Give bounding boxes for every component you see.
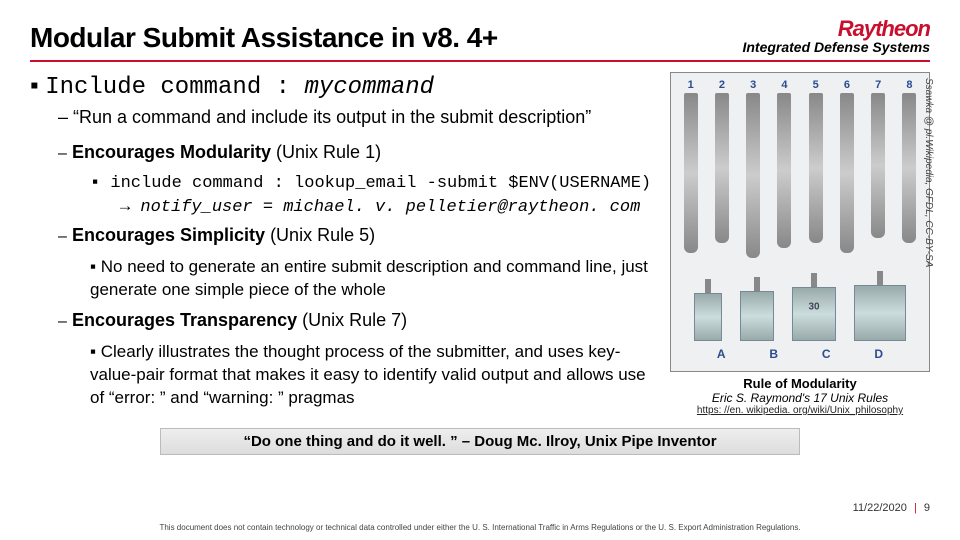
slide-title: Modular Submit Assistance in v8. 4+: [30, 22, 498, 54]
footer-sep: |: [914, 502, 917, 514]
bit-icon: [684, 93, 698, 253]
figure-caption: Rule of Modularity Eric S. Raymond's 17 …: [670, 376, 930, 416]
spade-icon: [854, 271, 906, 341]
image-credit: Ssawka @ pl.Wikipedia, GFDL, CC-BY-SA: [923, 78, 934, 368]
bullet-modularity: –Encourages Modularity (Unix Rule 1): [58, 142, 660, 163]
main-bullet: ▪ Include command : mycommand: [30, 72, 660, 101]
bullet-transparency: –Encourages Transparency (Unix Rule 7): [58, 310, 660, 331]
footer: 11/22/2020 | 9: [853, 502, 930, 514]
body: ▪ Include command : mycommand – “Run a c…: [30, 72, 930, 416]
simplicity-text: ▪ No need to generate an entire submit d…: [90, 256, 660, 302]
modularity-code: ▪ include command : lookup_email -submit…: [90, 173, 660, 196]
figure-column: 12345678 30 ABCD Ssawka @ pl.Wikipedia, …: [670, 72, 930, 416]
spade-bits: 30: [675, 269, 925, 341]
figure-letters: ABCD: [675, 347, 925, 361]
bit-icon: [902, 93, 916, 243]
footer-page: 9: [924, 502, 930, 514]
transparency-text: ▪ Clearly illustrates the thought proces…: [90, 341, 660, 410]
slide: Modular Submit Assistance in v8. 4+ Rayt…: [0, 0, 960, 540]
quote-box: “Do one thing and do it well. ” – Doug M…: [160, 428, 800, 455]
wiki-link[interactable]: https: //en. wikipedia. org/wiki/Unix_ph…: [670, 405, 930, 416]
bit-icon: [777, 93, 791, 248]
footer-date: 11/22/2020: [853, 502, 907, 514]
spade-icon: [740, 277, 774, 341]
bit-icon: [809, 93, 823, 243]
drill-bits-figure: 12345678 30 ABCD: [670, 72, 930, 372]
logo-sub: Integrated Defense Systems: [742, 40, 930, 54]
logo-block: Raytheon Integrated Defense Systems: [742, 18, 930, 54]
header: Modular Submit Assistance in v8. 4+ Rayt…: [30, 18, 930, 54]
bit-icon: [871, 93, 885, 238]
bullet-simplicity: –Encourages Simplicity (Unix Rule 5): [58, 225, 660, 246]
bit-icon: [715, 93, 729, 243]
spade-icon: 30: [792, 273, 836, 341]
content-left: ▪ Include command : mycommand – “Run a c…: [30, 72, 660, 416]
spade-icon: [694, 279, 722, 341]
bit-icon: [840, 93, 854, 253]
modularity-result: → notify_user = michael. v. pelletier@ra…: [120, 198, 660, 217]
logo-name: Raytheon: [742, 18, 930, 40]
twist-bits: [675, 93, 925, 263]
disclaimer: This document does not contain technolog…: [0, 523, 960, 532]
figure-nums: 12345678: [675, 79, 925, 91]
bit-icon: [746, 93, 760, 258]
divider: [30, 60, 930, 62]
sub-bullet-desc: – “Run a command and include its output …: [58, 107, 660, 128]
